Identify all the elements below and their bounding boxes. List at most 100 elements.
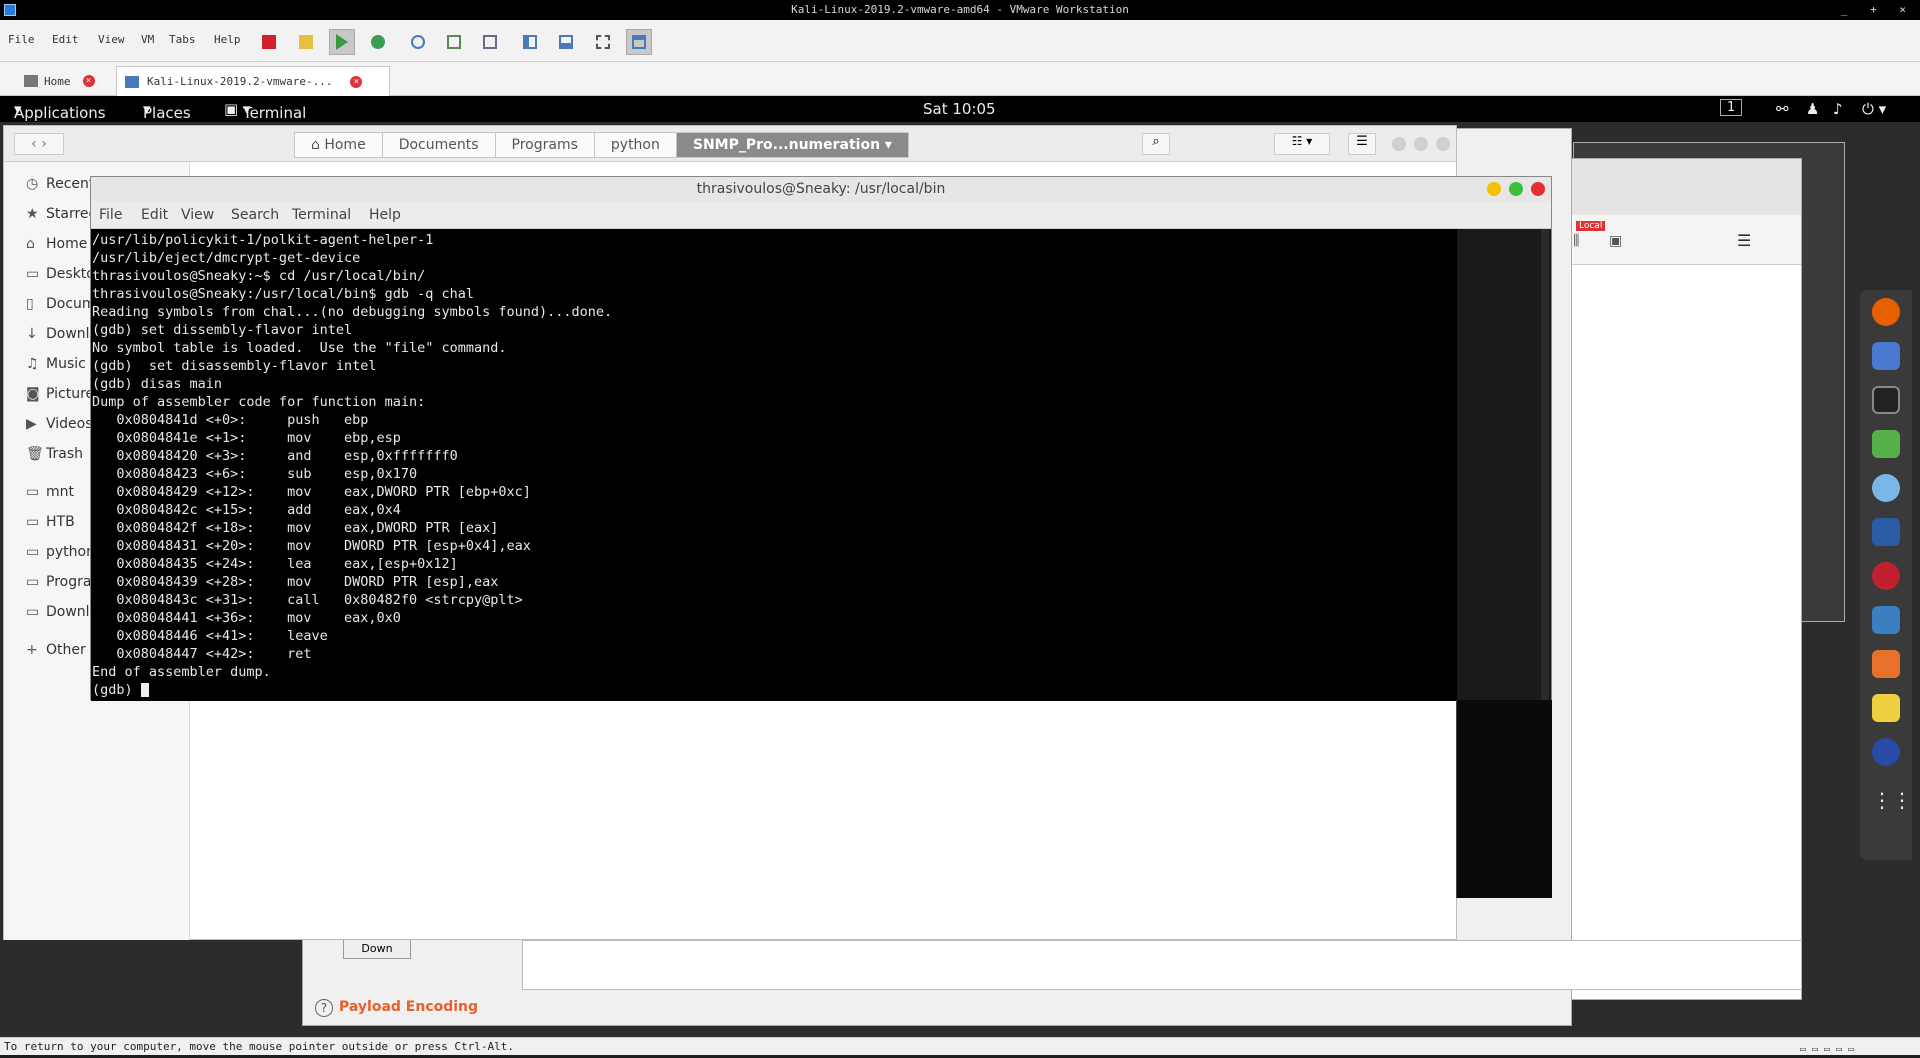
close-icon[interactable] <box>1436 137 1450 151</box>
minimize-icon[interactable] <box>1392 137 1406 151</box>
sidebar-item-home[interactable]: ⌂ Home <box>26 236 87 252</box>
terminal-line: (gdb) disas main <box>92 376 223 392</box>
sidebar-item-recent[interactable]: ◷ Recent <box>26 176 94 192</box>
minimize-icon[interactable] <box>1487 182 1501 196</box>
menu-edit[interactable]: Edit <box>52 33 79 46</box>
camera-icon: ◙ <box>26 386 40 402</box>
leafpad-icon[interactable] <box>1872 430 1900 458</box>
sidebar-item-videos[interactable]: ▶ Videos <box>26 416 93 432</box>
terminal-line: (gdb) set disassembly-flavor intel <box>92 358 377 374</box>
snapshot-button[interactable] <box>405 29 431 55</box>
menu-icon[interactable]: ☰ <box>1348 133 1376 155</box>
back-forward-buttons[interactable]: ‹ › <box>14 133 64 155</box>
crumb-home[interactable]: ⌂ Home <box>295 133 383 157</box>
metasploit-icon[interactable] <box>1872 518 1900 546</box>
workspace-indicator[interactable]: 1 <box>1720 99 1743 116</box>
device-icons[interactable]: ▭▭▭▭▭ <box>1800 1041 1860 1058</box>
terminal-menu-file[interactable]: File <box>99 207 122 223</box>
terminal-menu-help[interactable]: Help <box>369 207 401 223</box>
thumbnail-icon <box>559 35 573 49</box>
terminal-title: thrasivoulos@Sneaky: /usr/local/bin <box>91 177 1551 201</box>
sidebar-item-trash[interactable]: 🗑 Trash <box>26 446 83 462</box>
globe-icon[interactable] <box>1872 738 1900 766</box>
close-icon[interactable] <box>1531 182 1545 196</box>
menu-help[interactable]: Help <box>214 33 241 46</box>
thumbnail-button[interactable] <box>553 29 579 55</box>
terminal-icon[interactable] <box>1872 386 1900 414</box>
terminal-line: 0x08048447 <+42>: ret <box>92 646 312 662</box>
play-icon <box>336 34 348 50</box>
cursor <box>140 683 149 697</box>
view-toggle-icon[interactable]: ☷ ▾ <box>1274 133 1330 155</box>
app-grid-icon[interactable]: ⋮⋮ <box>1872 786 1912 814</box>
library-button[interactable] <box>517 29 543 55</box>
status-text: To return to your computer, move the mou… <box>4 1040 514 1053</box>
menu-tabs[interactable]: Tabs <box>169 33 196 46</box>
hamburger-menu-icon[interactable]: ☰ <box>1737 231 1751 250</box>
library-icon[interactable]: ⫼ <box>1573 233 1579 249</box>
close-icon[interactable]: × <box>350 75 363 88</box>
gnome-top-bar: Applications ▾ Places ▾ ▣ Terminal ▾ Sat… <box>0 96 1920 122</box>
notes-icon[interactable] <box>1872 694 1900 722</box>
window-controls[interactable]: _ + × <box>1841 0 1914 20</box>
payload-encoding-heading: Payload Encoding <box>339 999 479 1015</box>
menu-vm[interactable]: VM <box>141 33 154 46</box>
clock[interactable]: Sat 10:05 <box>923 100 996 118</box>
search-icon[interactable]: ⌕ <box>1142 133 1170 155</box>
console-view-button[interactable] <box>626 29 652 55</box>
close-icon[interactable]: × <box>82 75 95 87</box>
terminal-line: 0x0804843c <+31>: call 0x80482f0 <strcpy… <box>92 592 523 608</box>
terminal-menubar: File Edit View Search Terminal Help <box>91 201 1551 229</box>
crumb-documents[interactable]: Documents <box>383 133 496 157</box>
star-icon: ★ <box>26 206 39 222</box>
eye-icon[interactable] <box>1872 474 1900 502</box>
help-icon[interactable]: ? <box>315 999 333 1017</box>
power-on-button[interactable] <box>329 29 355 55</box>
terminal-line: Reading symbols from chal...(no debuggin… <box>92 304 613 320</box>
menu-view[interactable]: View <box>98 33 125 46</box>
fullscreen-button[interactable] <box>590 29 616 55</box>
sidebar-item-music[interactable]: ♫ Music <box>26 356 86 372</box>
terminal-line: 0x0804842f <+18>: mov eax,DWORD PTR [eax… <box>92 520 499 536</box>
revert-snapshot-button[interactable] <box>441 29 467 55</box>
terminal-menu-view[interactable]: View <box>181 207 214 223</box>
sidebar-item-python[interactable]: ▭ python <box>26 544 95 560</box>
scrollbar-track <box>1541 229 1549 701</box>
cherrytree-icon[interactable] <box>1872 562 1900 590</box>
suspend-button[interactable] <box>293 29 319 55</box>
applications-menu[interactable]: Applications ▾ <box>14 100 106 122</box>
power-off-button[interactable] <box>256 29 282 55</box>
volume-icon[interactable]: ♪ <box>1833 100 1843 118</box>
files-icon[interactable] <box>1872 342 1900 370</box>
terminal-app-menu[interactable]: ▣ Terminal ▾ <box>224 100 306 122</box>
crumb-python[interactable]: python <box>595 133 677 157</box>
maltego-icon[interactable] <box>1872 606 1900 634</box>
down-button[interactable]: Down <box>343 939 411 959</box>
sidebar-item-htb[interactable]: ▭ HTB <box>26 514 75 530</box>
vpn-icon[interactable]: ♟ <box>1806 100 1819 118</box>
folder-icon: ▭ <box>26 514 40 530</box>
snapshot-manager-button[interactable] <box>477 29 503 55</box>
tab-home[interactable]: Home × <box>16 66 106 96</box>
crumb-programs[interactable]: Programs <box>496 133 595 157</box>
maximize-icon[interactable] <box>1414 137 1428 151</box>
places-menu[interactable]: Places ▾ <box>143 100 191 122</box>
reader-icon[interactable]: ▣ <box>1609 233 1622 249</box>
network-icon[interactable]: ⚯ <box>1776 100 1789 118</box>
terminal-line: End of assembler dump. <box>92 664 271 680</box>
crumb-current[interactable]: SNMP_Pro...numeration ▾ <box>676 133 908 157</box>
terminal-menu-edit[interactable]: Edit <box>141 207 168 223</box>
power-icon[interactable]: ⏻ ▾ <box>1862 100 1886 118</box>
terminal-scrollbar[interactable] <box>1457 229 1551 701</box>
burpsuite-icon[interactable] <box>1872 650 1900 678</box>
tab-kali[interactable]: Kali-Linux-2019.2-vmware-... × <box>116 66 390 96</box>
terminal-menu-search[interactable]: Search <box>231 207 279 223</box>
sidebar-item-mnt[interactable]: ▭ mnt <box>26 484 74 500</box>
maximize-icon[interactable] <box>1509 182 1523 196</box>
reset-button[interactable] <box>365 29 391 55</box>
menu-file[interactable]: File <box>8 33 35 46</box>
terminal-output[interactable]: /usr/lib/policykit-1/polkit-agent-helper… <box>91 229 1457 701</box>
terminal-menu-terminal[interactable]: Terminal <box>292 207 351 223</box>
sidebar-item-starred[interactable]: ★ Starred <box>26 206 97 222</box>
firefox-icon[interactable] <box>1872 298 1900 326</box>
